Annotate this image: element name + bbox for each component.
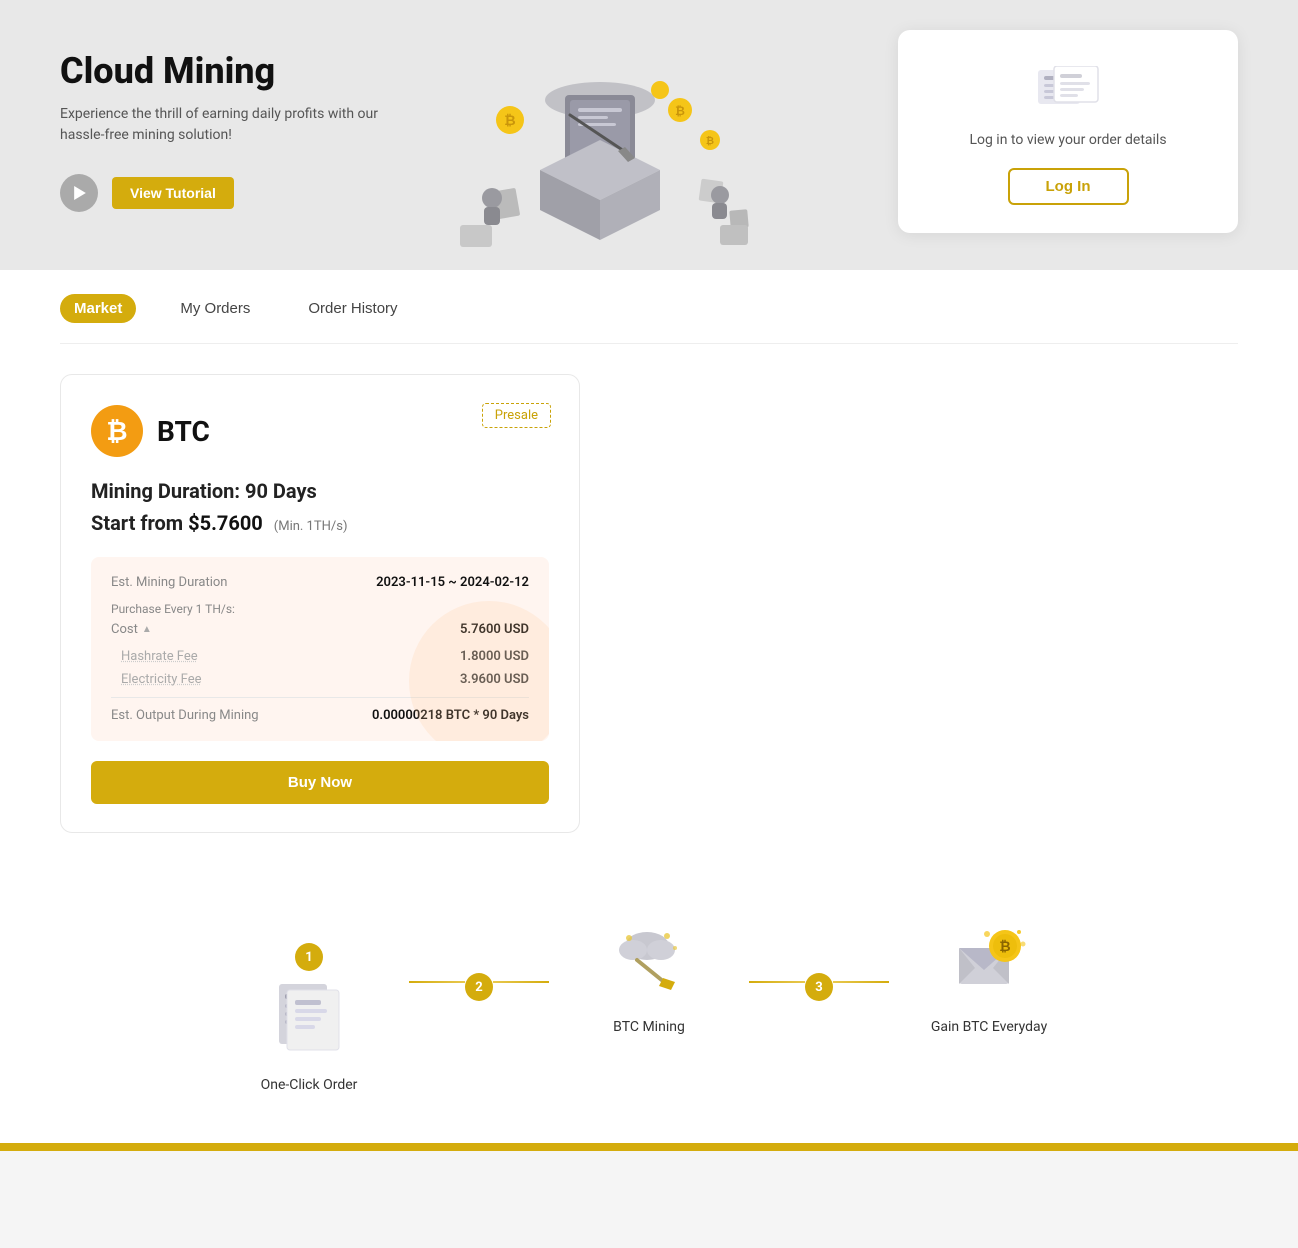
btc-mining-icon — [609, 918, 689, 998]
hashrate-fee-value: 1.8000 USD — [460, 649, 529, 664]
btc-product-card: ₿ BTC Presale Mining Duration: 90 Days S… — [60, 374, 580, 833]
card-header: ₿ BTC — [91, 405, 549, 457]
right-panel — [600, 374, 1238, 833]
est-duration-label: Est. Mining Duration — [111, 575, 228, 590]
step-3: ₿ Gain BTC Everyday — [889, 913, 1089, 1035]
hero-title: Cloud Mining — [60, 50, 380, 92]
one-click-order-icon — [269, 976, 349, 1056]
cost-value: 5.7600 USD — [460, 622, 529, 637]
step-3-icon-wrap: ₿ — [944, 913, 1034, 1003]
est-output-label: Est. Output During Mining — [111, 708, 259, 723]
play-icon — [73, 186, 87, 200]
detail-row-hashrate: Hashrate Fee 1.8000 USD — [111, 649, 529, 664]
login-card-text: Log in to view your order details — [938, 132, 1198, 148]
detail-row-electricity: Electricity Fee 3.9600 USD — [111, 672, 529, 687]
est-output-value: 0.00000218 BTC * 90 Days — [372, 708, 529, 723]
step-connector-1 — [409, 981, 465, 983]
login-button[interactable]: Log In — [1008, 168, 1129, 205]
step-2-number: 2 — [465, 973, 493, 1001]
step-2: BTC Mining — [549, 913, 749, 1035]
step-3-label: Gain BTC Everyday — [931, 1019, 1047, 1035]
step-3-number: 3 — [805, 973, 833, 1001]
svg-text:₿: ₿ — [999, 939, 1010, 955]
hero-section: Cloud Mining Experience the thrill of ea… — [0, 0, 1298, 270]
steps-section: 1 One-Click Order 2 — [0, 873, 1298, 1143]
step-connector-2b — [833, 981, 889, 983]
cost-label: Cost ▲ — [111, 622, 152, 637]
hero-left: Cloud Mining Experience the thrill of ea… — [60, 40, 380, 212]
section-divider — [111, 697, 529, 698]
tab-market[interactable]: Market — [60, 294, 136, 323]
step-connector-1b — [493, 981, 549, 983]
product-grid: ₿ BTC Presale Mining Duration: 90 Days S… — [60, 344, 1238, 833]
est-duration-value: 2023-11-15 ~ 2024-02-12 — [376, 575, 529, 590]
presale-badge: Presale — [482, 403, 551, 428]
electricity-fee-value: 3.9600 USD — [460, 672, 529, 687]
detail-row-cost: Cost ▲ 5.7600 USD — [111, 622, 529, 637]
electricity-fee-label: Electricity Fee — [121, 672, 202, 687]
svg-text:₿: ₿ — [504, 113, 515, 129]
step-2-icon-wrap — [604, 913, 694, 1003]
hashrate-fee-label: Hashrate Fee — [121, 649, 198, 664]
start-from: Start from $5.7600 (Min. 1TH/s) — [91, 511, 549, 535]
svg-text:₿: ₿ — [675, 104, 685, 118]
gain-btc-icon: ₿ — [949, 918, 1029, 998]
step-connector-2 — [749, 981, 805, 983]
view-tutorial-button[interactable]: View Tutorial — [112, 177, 234, 209]
cost-arrow-icon: ▲ — [142, 624, 152, 635]
tabs-bar: Market My Orders Order History — [60, 270, 1238, 344]
login-card: Log in to view your order details Log In — [898, 30, 1238, 233]
step-1: 1 One-Click Order — [209, 913, 409, 1093]
mining-duration: Mining Duration: 90 Days — [91, 479, 549, 503]
hero-subtitle: Experience the thrill of earning daily p… — [60, 104, 380, 146]
step-1-icon-wrap — [264, 971, 354, 1061]
purchase-label: Purchase Every 1 TH/s: — [111, 602, 529, 616]
detail-row-duration: Est. Mining Duration 2023-11-15 ~ 2024-0… — [111, 575, 529, 590]
svg-text:₿: ₿ — [706, 135, 714, 147]
play-button[interactable] — [60, 174, 98, 212]
tab-my-orders[interactable]: My Orders — [166, 294, 264, 323]
tab-order-history[interactable]: Order History — [294, 294, 411, 323]
hero-illustration: ₿ ₿ ₿ — [410, 40, 790, 270]
step-1-label: One-Click Order — [261, 1077, 358, 1093]
main-content: Market My Orders Order History ₿ BTC Pre… — [0, 270, 1298, 873]
bottom-bar — [0, 1143, 1298, 1151]
hero-actions: View Tutorial — [60, 174, 380, 212]
btc-icon: ₿ — [91, 405, 143, 457]
details-section: Est. Mining Duration 2023-11-15 ~ 2024-0… — [91, 557, 549, 741]
mining-illustration: ₿ ₿ ₿ — [410, 40, 790, 270]
order-icon — [1036, 66, 1100, 116]
step-2-label: BTC Mining — [613, 1019, 685, 1035]
detail-row-output: Est. Output During Mining 0.00000218 BTC… — [111, 708, 529, 723]
step-1-number: 1 — [295, 943, 323, 971]
coin-name: BTC — [157, 415, 210, 448]
buy-now-button[interactable]: Buy Now — [91, 761, 549, 804]
